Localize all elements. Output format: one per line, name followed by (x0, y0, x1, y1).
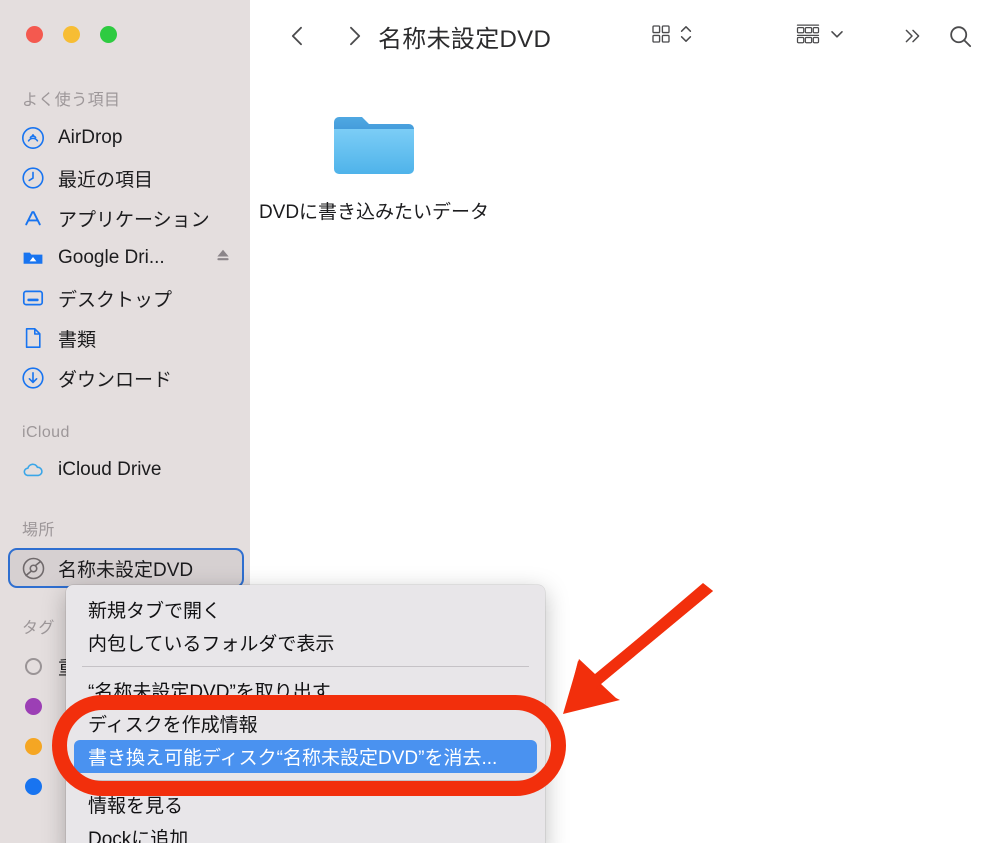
sidebar-item-label: AirDrop (58, 127, 123, 148)
sidebar-item-google-drive[interactable]: Google Dri... (0, 238, 250, 278)
optical-disc-icon (20, 555, 46, 581)
sidebar-item-applications[interactable]: アプリケーション (0, 198, 250, 238)
sidebar-section-favorites-title: よく使う項目 (22, 92, 121, 109)
file-name: DVDに書き込みたいデータ (258, 202, 490, 223)
grid-view-icon[interactable] (650, 23, 672, 50)
context-menu-item-show-enclosing-folder[interactable]: 内包しているフォルダで表示 (66, 626, 545, 659)
tag-dot-icon (20, 653, 46, 679)
sidebar-item-label: 最近の項目 (58, 169, 154, 191)
tag-dot-icon (20, 773, 46, 799)
sidebar-item-icloud-drive[interactable]: iCloud Drive (0, 450, 250, 490)
sidebar-item-label: デスクトップ (58, 289, 173, 311)
clock-icon (20, 165, 46, 191)
context-menu-separator (82, 666, 529, 667)
context-menu-item-get-info[interactable]: 情報を見る (66, 788, 545, 821)
more-toolbar-button[interactable] (892, 16, 932, 56)
view-mode-control[interactable] (650, 16, 693, 56)
sidebar-item-label: Google Dri... (58, 247, 165, 268)
eject-icon[interactable] (214, 247, 232, 270)
sidebar-item-label: ダウンロード (58, 369, 173, 391)
sidebar-item-label: 名称未設定DVD (58, 559, 194, 581)
tag-dot-icon (20, 733, 46, 759)
context-menu-item-erase-rewritable-disc[interactable]: 書き換え可能ディスク“名称未設定DVD”を消去... (74, 740, 537, 773)
back-button[interactable] (278, 16, 318, 56)
maximize-button[interactable] (100, 26, 117, 43)
context-menu-item-open-new-tab[interactable]: 新規タブで開く (66, 593, 545, 626)
search-icon[interactable] (940, 16, 980, 56)
group-by-control[interactable] (795, 16, 845, 56)
sidebar-item-label: iCloud Drive (58, 459, 162, 480)
close-button[interactable] (26, 26, 43, 43)
sidebar-item-recents[interactable]: 最近の項目 (0, 158, 250, 198)
group-by-icon[interactable] (795, 22, 821, 51)
context-menu: 新規タブで開く 内包しているフォルダで表示 “名称未設定DVD”を取り出す ディ… (66, 585, 545, 843)
page-title: 名称未設定DVD (378, 25, 552, 53)
minimize-button[interactable] (63, 26, 80, 43)
tag-dot-icon (20, 693, 46, 719)
applications-icon (20, 205, 46, 231)
toolbar: 名称未設定DVD (250, 0, 1000, 72)
finder-window: よく使う項目 AirDrop 最近の項目 アプリケーション Google Dri… (0, 0, 1000, 843)
folder-icon (330, 110, 418, 187)
downloads-icon (20, 365, 46, 391)
chevron-down-icon[interactable] (829, 26, 845, 47)
sidebar-item-untitled-dvd[interactable]: 名称未設定DVD (8, 548, 244, 588)
file-grid: DVDに書き込みたいデータ (250, 110, 1000, 224)
chevron-up-down-icon[interactable] (679, 22, 693, 51)
sidebar-section-icloud-title: iCloud (22, 424, 70, 441)
desktop-icon (20, 285, 46, 311)
context-menu-separator (82, 780, 529, 781)
airdrop-icon (20, 125, 46, 151)
sidebar-item-label: 書類 (58, 329, 97, 351)
context-menu-item-burn-disc[interactable]: ディスクを作成情報 (66, 707, 545, 740)
context-menu-item-eject-dvd[interactable]: “名称未設定DVD”を取り出す (66, 674, 545, 707)
window-controls (26, 26, 117, 43)
sidebar-item-documents[interactable]: 書類 (0, 318, 250, 358)
sidebar-section-locations-title: 場所 (22, 522, 55, 539)
file-item[interactable]: DVDに書き込みたいデータ (259, 110, 489, 224)
sidebar-item-label: アプリケーション (58, 209, 210, 231)
sidebar-item-desktop[interactable]: デスクトップ (0, 278, 250, 318)
context-menu-item-add-to-dock[interactable]: Dockに追加 (66, 821, 545, 843)
document-icon (20, 325, 46, 351)
forward-button[interactable] (334, 16, 374, 56)
cloud-icon (20, 457, 46, 483)
sidebar-item-airdrop[interactable]: AirDrop (0, 118, 250, 158)
sidebar-item-downloads[interactable]: ダウンロード (0, 358, 250, 398)
google-drive-folder-icon (20, 245, 46, 271)
